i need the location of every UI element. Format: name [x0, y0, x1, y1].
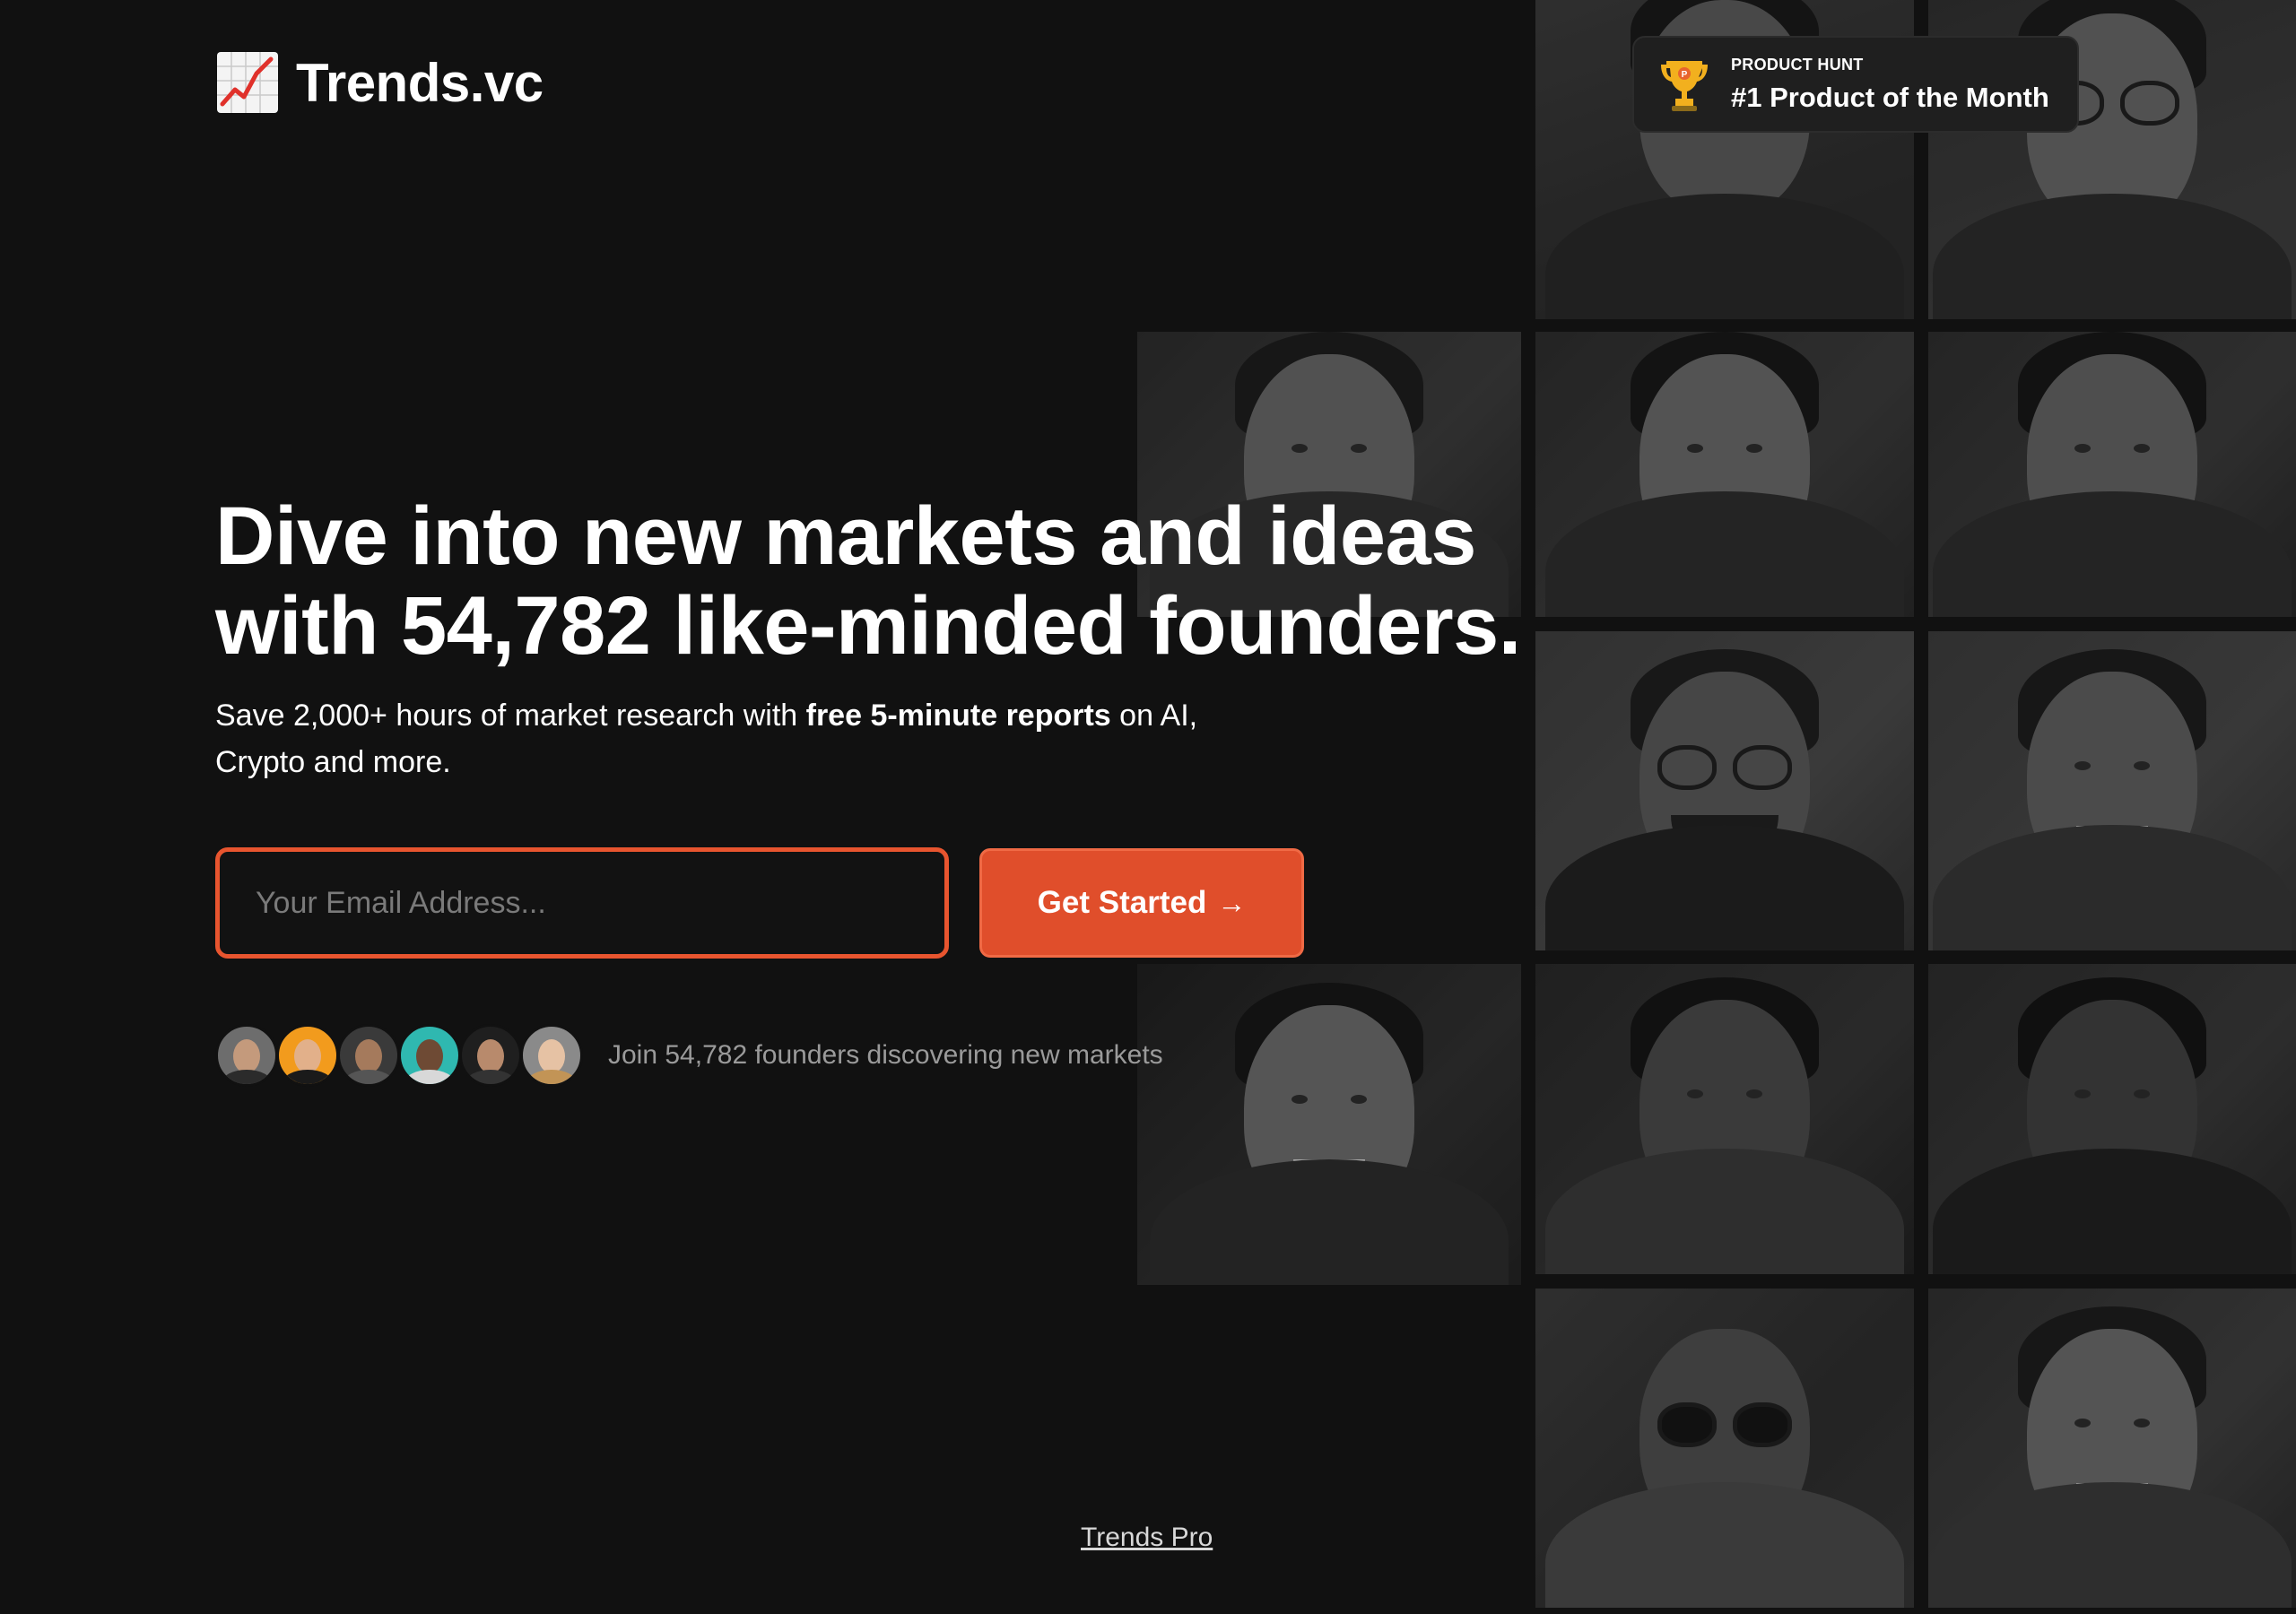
- chart-increasing-icon: [217, 52, 278, 113]
- hero-subtitle-line1: Save 2,000+ hours of market research wit…: [215, 692, 1292, 739]
- avatar: [398, 1024, 461, 1087]
- avatar: [337, 1024, 400, 1087]
- arrow-right-icon: →: [1217, 886, 1247, 919]
- trends-pro-link[interactable]: Trends Pro: [1081, 1523, 1213, 1553]
- hero-headline-line1: Dive into new markets and ideas: [215, 490, 1476, 582]
- subtitle-bold-text: free 5-minute reports: [805, 699, 1111, 733]
- get-started-button[interactable]: Get Started →: [979, 848, 1304, 958]
- hero-headline: Dive into new markets and ideas with 54,…: [215, 491, 1561, 671]
- founders-photo-wall: [0, 0, 2296, 1614]
- trophy-icon: P: [1661, 61, 1708, 111]
- product-hunt-badge[interactable]: P PRODUCT HUNT #1 Product of the Month: [1632, 36, 2079, 133]
- site-logo[interactable]: Trends.vc: [215, 50, 544, 115]
- founder-avatars: [215, 1024, 583, 1087]
- founder-photo: [1535, 332, 1914, 617]
- social-proof-text: Join 54,782 founders discovering new mar…: [608, 1040, 1163, 1070]
- avatar: [276, 1024, 339, 1087]
- get-started-label: Get Started: [1037, 885, 1207, 920]
- avatar: [520, 1024, 583, 1087]
- founder-photo: [1928, 1289, 2296, 1608]
- avatar: [459, 1024, 522, 1087]
- avatar: [215, 1024, 278, 1087]
- founder-photo: [1928, 332, 2296, 617]
- founder-photo: [1535, 964, 1914, 1274]
- founder-photo: [1535, 1289, 1914, 1608]
- founder-photo: [1928, 631, 2296, 950]
- landing-page: Trends.vc P PRODUCT HUNT #1 Product of t…: [0, 0, 2296, 1614]
- logo-text: Trends.vc: [296, 52, 544, 113]
- hero-subtitle: Save 2,000+ hours of market research wit…: [215, 692, 1292, 785]
- subtitle-text-end: on AI,: [1110, 699, 1198, 733]
- hero-subtitle-line2: Crypto and more.: [215, 745, 451, 779]
- social-proof: Join 54,782 founders discovering new mar…: [215, 1022, 1163, 1089]
- email-input[interactable]: [215, 847, 949, 959]
- badge-title: #1 Product of the Month: [1731, 81, 2049, 113]
- founder-photo: [1928, 964, 2296, 1274]
- founder-photo: [1535, 631, 1914, 950]
- founder-photo: [1137, 964, 1521, 1285]
- badge-kicker: PRODUCT HUNT: [1731, 55, 1864, 74]
- hero-headline-line2: with 54,782 like-minded founders.: [215, 580, 1521, 672]
- subtitle-text: Save 2,000+ hours of market research wit…: [215, 699, 806, 733]
- svg-text:P: P: [1682, 70, 1688, 80]
